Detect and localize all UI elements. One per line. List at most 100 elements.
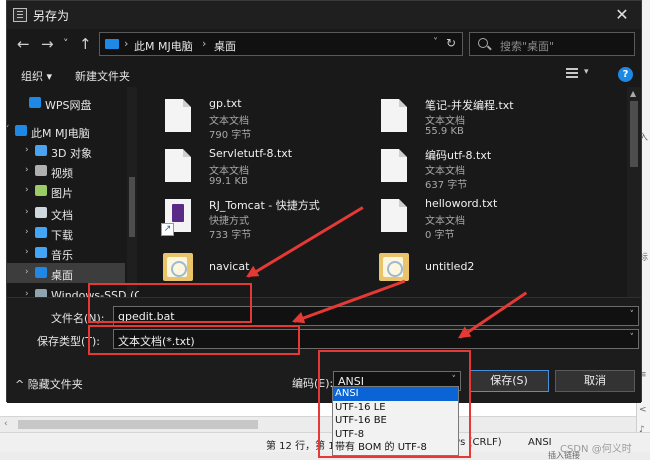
file-item[interactable]: helloword.txt 文本文档 0 字节 (359, 193, 589, 243)
sidebar-item[interactable]: ˅ 此M MJ电脑 (7, 121, 125, 141)
expand-chevron-icon[interactable]: › (25, 145, 29, 155)
save-button[interactable]: 保存(S) (469, 370, 549, 392)
file-size: 790 字节 (209, 130, 252, 141)
chevron-down-icon[interactable]: ˅ (452, 375, 457, 385)
sidebar-item[interactable]: › Windows-SSD (C (7, 285, 139, 297)
file-type: 文本文档 (209, 166, 249, 177)
file-item[interactable]: Servletutf-8.txt 文本文档 99.1 KB (143, 143, 373, 193)
file-item[interactable]: 笔记-并发编程.txt 文本文档 55.9 KB (359, 93, 589, 143)
file-item[interactable]: gp.txt 文本文档 790 字节 (143, 93, 373, 143)
hide-folders-toggle[interactable]: ^ 隐藏文件夹 (15, 376, 83, 392)
sidebar-item[interactable]: › 视频 (7, 161, 125, 181)
expand-chevron-icon[interactable]: › (25, 207, 29, 217)
file-item[interactable]: RJ_Tomcat - 快捷方式快捷方式 733 字节 (143, 193, 373, 243)
encoding-option[interactable]: 带有 BOM 的 UTF-8 (333, 441, 458, 455)
background-status-bar: 第 12 行，第 1 ws (CRLF) ANSI (0, 432, 650, 452)
notepad-icon (13, 8, 27, 22)
view-dropdown-icon[interactable]: ▾ (584, 67, 589, 77)
view-options-icon[interactable] (566, 68, 578, 80)
sidebar-item[interactable]: › 文档 (7, 203, 125, 223)
save-form: 文件名(N): gpedit.bat ˅ 保存类型(T): 文本文档(*.txt… (7, 297, 641, 403)
encoding-option[interactable]: ANSI (333, 387, 458, 401)
search-icon (478, 38, 488, 48)
scroll-thumb[interactable] (18, 420, 258, 429)
help-icon[interactable]: ? (618, 67, 633, 82)
sidebar-item[interactable]: › 音乐 (7, 243, 125, 263)
new-folder-button[interactable]: 新建文件夹 (75, 68, 130, 84)
forward-button[interactable]: → (41, 35, 54, 53)
breadcrumb-desktop[interactable]: 桌面 (214, 38, 236, 54)
savetype-select[interactable]: 文本文档(*.txt) ˅ (113, 329, 639, 349)
scroll-left-icon[interactable]: ‹ (4, 419, 8, 429)
file-size: 55.9 KB (425, 126, 464, 137)
back-button[interactable]: ← (17, 35, 30, 53)
expand-chevron-icon[interactable]: › (25, 267, 29, 277)
sidebar-item[interactable]: › 桌面 (7, 263, 125, 283)
sidebar-item-label: 3D 对象 (51, 147, 92, 160)
insert-link[interactable]: 插入链接 (548, 450, 580, 460)
encoding-option[interactable]: UTF-16 BE (333, 414, 458, 428)
title-bar: 另存为 ✕ (7, 1, 641, 29)
scroll-up-icon[interactable]: ▲ (630, 89, 636, 98)
sidebar-item-label: 桌面 (51, 269, 73, 282)
savetype-value[interactable]: 文本文档(*.txt) (118, 333, 195, 349)
text-document-icon (381, 199, 407, 232)
close-button[interactable]: ✕ (611, 4, 633, 26)
video-icon (35, 165, 47, 176)
organize-button[interactable]: 组织 ▾ (21, 68, 52, 84)
computer-icon (15, 125, 27, 136)
text-document-icon (381, 99, 407, 132)
recent-locations-button[interactable]: ˅ (63, 35, 69, 53)
file-size: 99.1 KB (209, 176, 248, 187)
filename-label: 文件名(N): (51, 312, 105, 325)
file-size: 637 字节 (425, 180, 468, 191)
wps-cloud-icon (29, 97, 41, 108)
sidebar-item[interactable]: › 图片 (7, 181, 125, 201)
encoding-options-list: ANSI UTF-16 LE UTF-16 BE UTF-8 带有 BOM 的 UTF-… (332, 386, 459, 456)
scroll-thumb[interactable] (630, 101, 638, 167)
navigation-pane: WPS网盘 ˅ 此M MJ电脑 › 3D 对象 › 视频 › 图片 › 文档 › 下载 › 音乐 › 桌面 › Wi… (7, 87, 139, 297)
file-name: gp.txt (209, 97, 242, 110)
address-dropdown-icon[interactable]: ˅ (433, 37, 438, 48)
sidebar-item-label: WPS网盘 (45, 99, 92, 112)
sidebar-item-label: 此M MJ电脑 (31, 127, 90, 140)
up-button[interactable]: ↑ (79, 35, 92, 53)
sidebar-item[interactable]: WPS网盘 (7, 93, 125, 113)
expand-chevron-icon[interactable]: › (25, 247, 29, 257)
cancel-button[interactable]: 取消 (555, 370, 635, 392)
desktop-icon (35, 267, 47, 278)
file-type: 快捷方式 (209, 216, 249, 227)
encoding-option[interactable]: UTF-8 (333, 428, 458, 442)
filename-value[interactable]: gpedit.bat (118, 310, 175, 323)
toolbar: 组织 ▾ 新建文件夹 ▾ ? (7, 63, 641, 87)
search-input[interactable]: 搜索"桌面" (500, 38, 554, 54)
encoding-option[interactable]: UTF-16 LE (333, 401, 458, 415)
nav-scrollbar[interactable] (127, 87, 137, 297)
computer-icon (105, 39, 119, 49)
background-horizontal-scrollbar[interactable]: ‹ (0, 416, 636, 432)
breadcrumb-separator[interactable]: › (202, 37, 206, 50)
sidebar-item[interactable]: › 下载 (7, 223, 125, 243)
text-document-icon (165, 149, 191, 182)
chevron-down-icon[interactable]: ˅ (630, 310, 635, 320)
file-size: 0 字节 (425, 230, 455, 241)
file-item[interactable]: 编码utf-8.txt 文本文档 637 字节 (359, 143, 589, 193)
address-bar[interactable]: › 此M MJ电脑 › 桌面 ˅ ↻ (99, 32, 463, 56)
filename-input[interactable]: gpedit.bat ˅ (113, 306, 639, 326)
savetype-label: 保存类型(T): (37, 335, 101, 348)
breadcrumb-computer[interactable]: 此M MJ电脑 (134, 38, 193, 54)
chevron-down-icon[interactable]: ˅ (630, 333, 635, 343)
sidebar-item[interactable]: › 3D 对象 (7, 141, 125, 161)
file-list-scrollbar[interactable]: ▲ (627, 87, 641, 297)
file-list: gp.txt 文本文档 790 字节 笔记-并发编程.txt 文本文档 55.9 KB Se… (143, 87, 627, 297)
breadcrumb-separator[interactable]: › (124, 37, 128, 50)
search-box[interactable]: 搜索"桌面" (469, 32, 635, 56)
scroll-thumb[interactable] (129, 177, 135, 237)
expand-chevron-icon[interactable]: ˅ (7, 125, 10, 135)
expand-chevron-icon[interactable]: › (25, 165, 29, 175)
expand-chevron-icon[interactable]: › (25, 185, 29, 195)
expand-chevron-icon[interactable]: › (25, 227, 29, 237)
status-eol: ws (CRLF) (452, 437, 502, 448)
expand-chevron-icon[interactable]: › (25, 289, 29, 297)
refresh-icon[interactable]: ↻ (446, 36, 456, 50)
